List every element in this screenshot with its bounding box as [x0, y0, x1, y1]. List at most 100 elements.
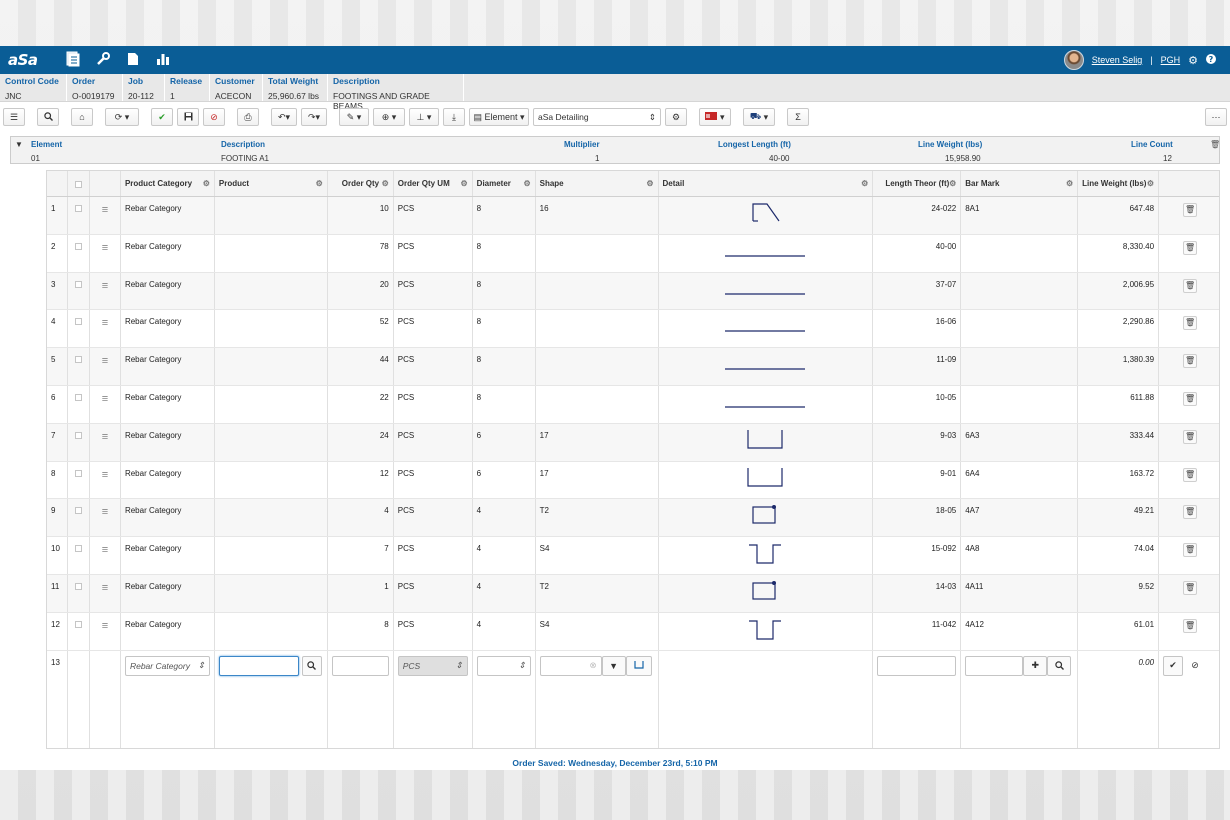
more-options-button[interactable]: ⋯	[1205, 108, 1227, 126]
order-qty-um-cell[interactable]: PCS	[394, 499, 473, 537]
length-theor-cell[interactable]: 14-03	[873, 574, 962, 612]
bar-mark-cell[interactable]	[961, 348, 1079, 385]
bar-chart-icon[interactable]	[148, 52, 178, 69]
row-checkbox[interactable]	[68, 612, 90, 650]
gear-icon[interactable]: ⚙	[382, 179, 389, 188]
order-qty-um-cell[interactable]: PCS	[394, 423, 473, 461]
gear-icon[interactable]: ⚙	[861, 179, 868, 188]
drag-handle-icon[interactable]: ≡	[90, 537, 121, 574]
gear-icon[interactable]: ⚙	[1066, 179, 1073, 188]
drag-handle-icon[interactable]: ≡	[90, 385, 121, 423]
product-cell[interactable]	[215, 385, 328, 423]
table-row[interactable]: 11 ≡ Rebar Category 1 PCS 4 T2 14-03 4A11 9.52 🗑	[47, 574, 1219, 613]
length-input[interactable]	[877, 655, 957, 676]
order-qty-cell[interactable]: 20	[328, 272, 394, 310]
row-checkbox[interactable]	[68, 310, 90, 348]
redo-button[interactable]: ↷ ▾	[301, 108, 327, 126]
drag-handle-icon[interactable]: ≡	[90, 272, 121, 310]
cancel-button[interactable]: ⊘	[203, 108, 225, 126]
help-icon[interactable]: ?	[1206, 53, 1216, 67]
bar-mark-cell[interactable]: 6A4	[961, 461, 1079, 499]
orders-icon[interactable]	[58, 51, 88, 70]
product-category-cell[interactable]: Rebar Category	[121, 423, 215, 461]
product-cell[interactable]	[215, 537, 328, 574]
approve-button[interactable]: ✔	[151, 108, 173, 126]
table-row[interactable]: 5 ≡ Rebar Category 44 PCS 8 11-09 1,380.39 🗑	[47, 348, 1219, 386]
download-button[interactable]: ⤓	[443, 108, 465, 126]
collapse-caret-icon[interactable]: ▼	[15, 140, 23, 149]
search-button[interactable]	[37, 108, 59, 126]
product-cell[interactable]	[215, 310, 328, 348]
order-qty-cell[interactable]: 52	[328, 310, 394, 348]
home-button[interactable]: ⌂	[71, 108, 93, 126]
confirm-row-button[interactable]: ✔	[1163, 655, 1184, 676]
product-category-cell[interactable]: Rebar Category	[121, 197, 215, 234]
trash-icon[interactable]: 🗑	[1210, 140, 1220, 149]
table-row[interactable]: 2 ≡ Rebar Category 78 PCS 8 40-00 8,330.40 🗑	[47, 234, 1219, 273]
shape-picker-button[interactable]	[625, 655, 652, 676]
product-header[interactable]: Product ⚙	[215, 171, 328, 196]
product-cell[interactable]	[215, 499, 328, 537]
diameter-header[interactable]: Diameter ⚙	[473, 171, 536, 196]
product-search-button[interactable]	[301, 655, 322, 676]
bar-mark-cell[interactable]: 4A12	[961, 612, 1079, 650]
length-theor-cell[interactable]: 18-05	[873, 499, 962, 537]
drag-handle-icon[interactable]: ≡	[90, 499, 121, 537]
length-theor-cell[interactable]: 24-022	[873, 197, 962, 234]
length-theor-cell[interactable]: 37-07	[873, 272, 962, 310]
gear-icon[interactable]: ⚙	[523, 179, 530, 188]
bar-mark-cell[interactable]: 4A7	[961, 499, 1079, 537]
user-name-link[interactable]: Steven Selig	[1092, 55, 1143, 65]
bar-mark-cell[interactable]: 8A1	[961, 197, 1079, 234]
row-checkbox[interactable]	[68, 348, 90, 385]
cancel-row-button[interactable]: ⊘	[1185, 656, 1205, 676]
length-theor-header[interactable]: Length Theor (ft) ⚙	[873, 171, 962, 196]
diameter-cell[interactable]: 8	[473, 385, 536, 423]
location-link[interactable]: PGH	[1161, 55, 1181, 65]
drag-handle-icon[interactable]: ≡	[90, 310, 121, 348]
product-category-cell[interactable]: Rebar Category	[121, 612, 215, 650]
product-category-cell[interactable]: Rebar Category	[121, 272, 215, 310]
trash-icon[interactable]: 🗑	[1183, 429, 1198, 444]
trash-icon[interactable]: 🗑	[1183, 543, 1198, 558]
product-category-cell[interactable]: Rebar Category	[121, 310, 215, 348]
product-category-cell[interactable]: Rebar Category	[121, 234, 215, 272]
diameter-cell[interactable]: 8	[473, 310, 536, 348]
diameter-cell[interactable]: 8	[473, 348, 536, 385]
length-theor-cell[interactable]: 11-042	[873, 612, 962, 650]
order-qty-header[interactable]: Order Qty ⚙	[328, 171, 394, 196]
diameter-cell[interactable]: 4	[473, 574, 536, 612]
table-row[interactable]: 8 ≡ Rebar Category 12 PCS 6 17 9-01 6A4 163.72 🗑	[47, 461, 1219, 500]
refresh-dropdown-button[interactable]: ⟳ ▾	[105, 108, 139, 126]
document-icon[interactable]	[118, 52, 148, 69]
shape-cell[interactable]: 17	[536, 461, 659, 499]
product-category-cell[interactable]: Rebar Category	[121, 574, 215, 612]
undo-button[interactable]: ↶ ▾	[271, 108, 297, 126]
table-row[interactable]: 7 ≡ Rebar Category 24 PCS 6 17 9-03 6A3 333.44 🗑	[47, 423, 1219, 462]
stamp-dropdown-button[interactable]: ⊥ ▾	[409, 108, 439, 126]
detailing-settings-button[interactable]: ⚙	[665, 108, 687, 126]
diameter-cell[interactable]: 4	[473, 537, 536, 574]
order-qty-um-cell[interactable]: PCS	[394, 385, 473, 423]
length-theor-cell[interactable]: 16-06	[873, 310, 962, 348]
product-input[interactable]	[218, 655, 299, 676]
trash-icon[interactable]: 🗑	[1183, 316, 1198, 331]
edit-dropdown-button[interactable]: ✎ ▾	[339, 108, 369, 126]
order-qty-um-cell[interactable]: PCS	[394, 461, 473, 499]
shape-input[interactable]: ⊗	[539, 655, 602, 676]
shape-cell[interactable]: S4	[536, 537, 659, 574]
row-checkbox[interactable]	[68, 499, 90, 537]
order-qty-cell[interactable]: 24	[328, 423, 394, 461]
table-row[interactable]: 10 ≡ Rebar Category 7 PCS 4 S4 15-092 4A8 74.04 🗑	[47, 537, 1219, 575]
trash-icon[interactable]: 🗑	[1183, 618, 1198, 633]
order-qty-cell[interactable]: 7	[328, 537, 394, 574]
qty-input[interactable]	[331, 655, 389, 676]
bar-mark-cell[interactable]	[961, 310, 1079, 348]
detailing-select[interactable]: aSa Detailing ⇕	[533, 108, 661, 126]
add-bar-mark-button[interactable]: ✚	[1023, 655, 1048, 676]
product-cell[interactable]	[215, 423, 328, 461]
table-row[interactable]: 9 ≡ Rebar Category 4 PCS 4 T2 18-05 4A7 49.21 🗑	[47, 499, 1219, 538]
shape-cell[interactable]: 17	[536, 423, 659, 461]
gear-icon[interactable]: ⚙	[1147, 179, 1154, 188]
row-checkbox[interactable]	[68, 234, 90, 272]
